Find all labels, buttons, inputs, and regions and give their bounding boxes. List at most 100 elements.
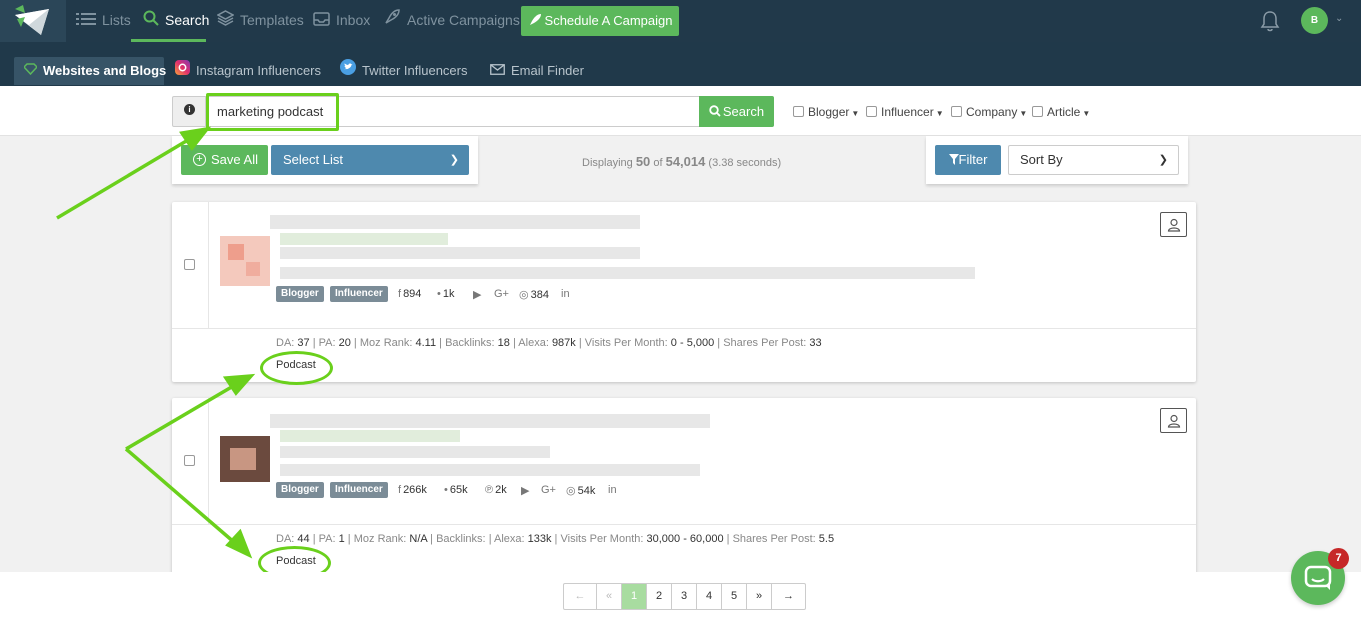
metric-value: 0 - 5,000 (670, 337, 715, 349)
blurred-description (280, 267, 975, 279)
checkbox[interactable] (866, 106, 877, 117)
filter-article[interactable]: Article ▼ (1032, 105, 1090, 119)
page-next[interactable]: » (747, 584, 772, 609)
card-divider (172, 328, 1196, 329)
avatar-pixel (246, 262, 260, 276)
tab-instagram-influencers[interactable]: Instagram Influencers (175, 57, 321, 85)
result-checkbox[interactable] (184, 455, 195, 466)
chevron-down-icon[interactable]: ⌄ (1335, 13, 1343, 24)
search-bar: i Search Blogger▼ Influencer▼ Company▼ A… (0, 86, 1361, 136)
metric-label: Moz Rank: (353, 533, 407, 545)
select-list-dropdown[interactable]: Select List ❯ (271, 145, 469, 175)
save-all-button[interactable]: + Save All (181, 145, 268, 175)
page-next-arrow[interactable]: → (772, 584, 805, 609)
filter-label: Filter (958, 152, 988, 167)
blurred-url (280, 233, 448, 245)
envelope-icon (490, 57, 505, 85)
displaying-total: 54,014 (665, 154, 706, 169)
twitter-icon: • (437, 288, 441, 300)
stat-value: 384 (530, 289, 549, 301)
page-1[interactable]: 1 (622, 584, 647, 609)
metric-value: 44 (297, 533, 310, 545)
sub-navbar: Websites and Blogs Instagram Influencers… (0, 42, 1361, 86)
stat-value: 54k (577, 485, 596, 497)
metric-label: DA: (276, 533, 295, 545)
search-button[interactable]: Search (699, 96, 774, 127)
layers-icon (216, 1, 235, 41)
app-logo[interactable] (0, 0, 66, 42)
results-count: Displaying 50 of 54,014 (3.38 seconds) (582, 154, 781, 169)
checkbox[interactable] (793, 106, 804, 117)
info-icon: i (184, 104, 195, 115)
metric-label: PA: (318, 533, 336, 545)
sort-by-select[interactable]: Sort By ❯ (1008, 145, 1179, 175)
filter-button[interactable]: Filter (935, 145, 1001, 175)
metric-label: Shares Per Post: (723, 337, 807, 349)
instagram-icon: ◎ (519, 289, 529, 301)
page-2[interactable]: 2 (647, 584, 672, 609)
filter-company[interactable]: Company ▼ (951, 105, 1027, 119)
youtube-stat: ▶ (521, 484, 531, 497)
nav-inbox[interactable]: Inbox (313, 0, 370, 42)
view-profile-button[interactable] (1160, 408, 1187, 433)
pagination: ← « 1 2 3 4 5 » → (563, 583, 806, 610)
tab-email-finder-label: Email Finder (511, 63, 584, 78)
bell-icon[interactable] (1260, 10, 1280, 37)
nav-templates-label: Templates (240, 12, 304, 28)
twitter-stat: • 1k (437, 288, 454, 300)
displaying-time: (3.38 seconds) (708, 157, 782, 169)
chat-bubble-icon (1304, 565, 1332, 590)
notification-badge: 7 (1328, 548, 1349, 569)
nav-templates[interactable]: Templates (216, 0, 304, 42)
nav-active-campaigns-label: Active Campaigns (407, 12, 520, 28)
google-plus-icon: G+ (541, 484, 556, 496)
page-4[interactable]: 4 (697, 584, 722, 609)
google-plus-icon: G+ (494, 288, 509, 300)
filter-influencer[interactable]: Influencer ▼ (866, 105, 944, 119)
plus-circle-icon: + (193, 153, 206, 166)
user-avatar[interactable]: B (1301, 7, 1328, 34)
metric-label: Backlinks: (436, 533, 486, 545)
list-icon (76, 1, 96, 41)
tab-websites-and-blogs-label: Websites and Blogs (43, 63, 167, 78)
avatar-pixel (230, 448, 256, 470)
metric-label: Visits Per Month: (560, 533, 644, 545)
page-3[interactable]: 3 (672, 584, 697, 609)
page-prev[interactable]: « (597, 584, 622, 609)
card-select-column (172, 398, 209, 524)
instagram-stat: ◎ 54k (566, 484, 595, 497)
checkbox[interactable] (951, 106, 962, 117)
nav-lists[interactable]: Lists (76, 0, 131, 42)
tab-twitter-influencers[interactable]: Twitter Influencers (340, 57, 468, 85)
annotation-arrow (56, 138, 189, 220)
stat-value: 65k (449, 484, 468, 496)
google-plus-stat: G+ (541, 484, 558, 496)
sort-by-label: Sort By (1020, 152, 1063, 167)
page-5[interactable]: 5 (722, 584, 747, 609)
instagram-icon (175, 57, 190, 85)
tag-influencer: Influencer (330, 482, 388, 498)
tab-websites-and-blogs[interactable]: Websites and Blogs (14, 57, 167, 85)
schedule-campaign-button[interactable]: Schedule A Campaign (521, 6, 679, 36)
rocket-icon (383, 1, 401, 41)
metric-value: 987k (551, 337, 576, 349)
tab-email-finder[interactable]: Email Finder (490, 57, 584, 85)
linkedin-stat: in (608, 484, 619, 496)
metric-value: 5.5 (818, 533, 835, 545)
page-prev-arrow[interactable]: ← (564, 584, 597, 609)
checkbox[interactable] (1032, 106, 1043, 117)
stat-value: 266k (403, 484, 427, 496)
youtube-icon: ▶ (521, 485, 530, 497)
result-checkbox[interactable] (184, 259, 195, 270)
view-profile-button[interactable] (1160, 212, 1187, 237)
bulk-actions-panel: + Save All Select List ❯ (172, 136, 478, 184)
sort-filter-panel: Filter Sort By ❯ (926, 136, 1188, 184)
search-info-button[interactable]: i (172, 96, 206, 127)
rocket-icon (528, 8, 542, 38)
annotation-circle (260, 351, 333, 385)
filter-blogger[interactable]: Blogger ▼ (793, 105, 859, 119)
blurred-description (280, 464, 700, 476)
nav-active-campaigns[interactable]: Active Campaigns (383, 0, 520, 42)
twitter-icon (340, 57, 356, 85)
nav-search[interactable]: Search (131, 0, 209, 42)
